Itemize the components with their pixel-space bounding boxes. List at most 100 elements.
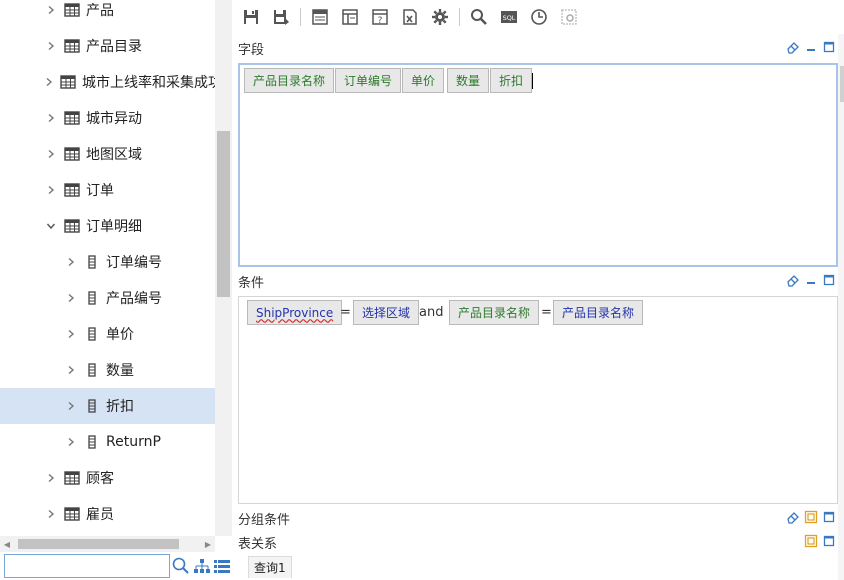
tree-item-field[interactable]: 折扣: [0, 388, 215, 424]
tree-item-table[interactable]: 城市异动: [0, 100, 215, 136]
chevron-right-icon[interactable]: [64, 399, 78, 413]
condition-operator-equals[interactable]: =: [340, 305, 351, 320]
chevron-right-icon[interactable]: [44, 147, 58, 161]
chevron-right-icon[interactable]: [44, 507, 58, 521]
toolbar: ? SQL: [236, 0, 844, 34]
tree-item-table[interactable]: 产品: [0, 0, 215, 28]
layout2-icon[interactable]: [339, 6, 361, 28]
search-icon[interactable]: [171, 556, 191, 576]
tree-item-field[interactable]: 产品编号: [0, 280, 215, 316]
chevron-right-icon[interactable]: [64, 327, 78, 341]
search-icon[interactable]: [468, 6, 490, 28]
excel-icon[interactable]: [399, 6, 421, 28]
clock-icon[interactable]: [528, 6, 550, 28]
tree-item-label: 数量: [106, 363, 134, 379]
tree-item-table[interactable]: 雇员: [0, 496, 215, 532]
scroll-left-icon[interactable]: ◀: [0, 536, 14, 552]
chevron-right-icon[interactable]: [44, 3, 58, 17]
condition-param-select-region[interactable]: 选择区域: [353, 300, 420, 325]
tree-item-label: 顾客: [86, 471, 114, 487]
relations-section-header: 表关系: [236, 530, 840, 554]
restore-icon[interactable]: [804, 510, 818, 524]
minimize-icon[interactable]: [804, 40, 818, 54]
maximize-icon[interactable]: [822, 534, 836, 548]
field-icon: [84, 327, 100, 341]
tree-item-label: 单价: [106, 327, 134, 343]
query-designer: 产品 产品目录 城市上线率和采集成功 城市异动 地图区域 订单 订单明细 订单编号 产品编号 单价…: [0, 0, 844, 580]
chevron-right-icon[interactable]: [44, 183, 58, 197]
tree-item-table[interactable]: 产品目录: [0, 28, 215, 64]
field-chip-unit-price[interactable]: 单价: [402, 68, 445, 93]
table-icon: [64, 471, 80, 485]
fields-section-title: 字段: [238, 42, 265, 58]
tree-item-field[interactable]: 数量: [0, 352, 215, 388]
eraser-icon[interactable]: [786, 273, 800, 287]
condition-field-product-catalog-name[interactable]: 产品目录名称: [449, 300, 540, 325]
tree-item-label: 产品: [86, 3, 114, 19]
condition-joiner-and[interactable]: and: [419, 305, 443, 320]
tree-item-field[interactable]: 单价: [0, 316, 215, 352]
condition-operator-equals-2[interactable]: =: [541, 305, 552, 320]
maximize-icon[interactable]: [822, 510, 836, 524]
right-edge-scrollbar[interactable]: [838, 34, 844, 580]
right-edge-scroll-thumb[interactable]: [840, 66, 844, 102]
condition-field-ship-province[interactable]: ShipProvince: [247, 300, 343, 325]
tree-item-label: 雇员: [86, 507, 114, 523]
tree-horizontal-scroll-thumb[interactable]: [18, 539, 179, 549]
chevron-right-icon[interactable]: [64, 435, 78, 449]
condition-param-product-catalog-name[interactable]: 产品目录名称: [553, 300, 644, 325]
tree-search-input[interactable]: [4, 554, 170, 578]
tree-vertical-scrollbar[interactable]: [215, 0, 232, 536]
tree-item-table[interactable]: 顾客: [0, 460, 215, 496]
settings-disabled-icon[interactable]: [558, 6, 580, 28]
save-as-icon[interactable]: [270, 6, 292, 28]
maximize-icon[interactable]: [822, 40, 836, 54]
tree-item-table[interactable]: 地图区域: [0, 136, 215, 172]
table-icon: [60, 75, 76, 89]
chevron-right-icon[interactable]: [64, 255, 78, 269]
field-chip-quantity[interactable]: 数量: [447, 68, 490, 93]
table-icon: [64, 147, 80, 161]
chevron-down-icon[interactable]: [44, 219, 58, 233]
query-tab[interactable]: 查询1: [248, 556, 292, 578]
field-chip-product-catalog-name[interactable]: 产品目录名称: [244, 68, 335, 93]
save-icon[interactable]: [240, 6, 262, 28]
field-chip-discount[interactable]: 折扣: [490, 68, 533, 93]
tree-item-table[interactable]: 城市上线率和采集成功: [0, 64, 215, 100]
tree-item-field[interactable]: ReturnP: [0, 424, 215, 460]
eraser-icon[interactable]: [786, 510, 800, 524]
fields-drop-area[interactable]: 产品目录名称 订单编号 单价 数量 折扣: [238, 63, 838, 267]
fields-section-header: 字段: [236, 36, 840, 60]
tree-item-label: 订单: [86, 183, 114, 199]
tree-item-table[interactable]: 订单: [0, 172, 215, 208]
field-icon: [84, 255, 100, 269]
maximize-icon[interactable]: [822, 273, 836, 287]
chevron-right-icon[interactable]: [64, 363, 78, 377]
tree-view-icon[interactable]: [193, 557, 211, 575]
eraser-icon[interactable]: [786, 40, 800, 54]
field-icon: [84, 363, 100, 377]
designer-pane: ? SQL 字段 产品目录名称 订单编号 单价 数量 折扣 条件 ShipPro…: [236, 0, 844, 580]
tree-vertical-scroll-thumb[interactable]: [217, 131, 230, 297]
chevron-right-icon[interactable]: [64, 291, 78, 305]
layout1-icon[interactable]: [309, 6, 331, 28]
field-chip-order-id[interactable]: 订单编号: [335, 68, 402, 93]
scroll-right-icon[interactable]: ▶: [201, 536, 215, 552]
tree-item-table[interactable]: 订单明细: [0, 208, 215, 244]
help-doc-icon[interactable]: ?: [369, 6, 391, 28]
chevron-right-icon[interactable]: [44, 39, 58, 53]
restore-icon[interactable]: [804, 534, 818, 548]
gear-icon[interactable]: [429, 6, 451, 28]
list-view-icon[interactable]: [213, 557, 231, 575]
tree-horizontal-scrollbar[interactable]: ◀ ▶: [0, 536, 215, 552]
table-icon: [64, 39, 80, 53]
tree-item-label: 产品目录: [86, 39, 142, 55]
minimize-icon[interactable]: [804, 273, 818, 287]
chevron-right-icon[interactable]: [44, 75, 54, 89]
chevron-right-icon[interactable]: [44, 471, 58, 485]
chevron-right-icon[interactable]: [44, 111, 58, 125]
tree-item-field[interactable]: 订单编号: [0, 244, 215, 280]
conditions-drop-area[interactable]: ShipProvince = 选择区域 and 产品目录名称 = 产品目录名称: [238, 296, 838, 504]
sql-icon[interactable]: SQL: [498, 6, 520, 28]
table-icon: [64, 507, 80, 521]
